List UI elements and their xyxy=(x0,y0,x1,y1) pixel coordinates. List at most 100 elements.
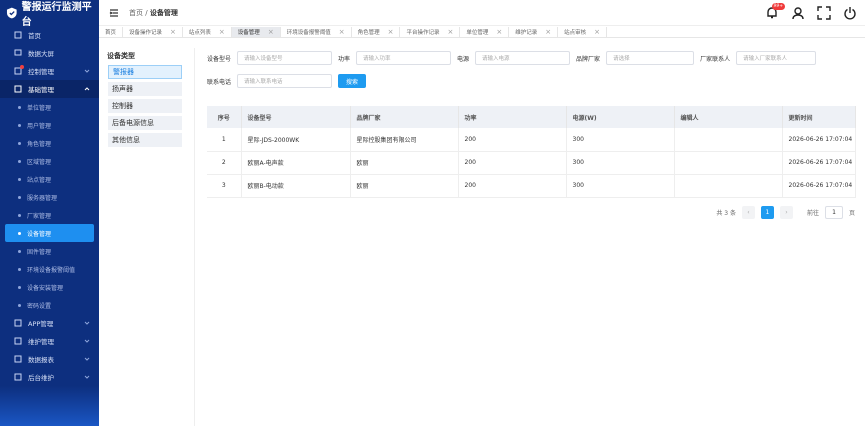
tab-site-list[interactable]: 站点列表 × xyxy=(183,26,232,37)
close-icon[interactable]: × xyxy=(388,28,394,36)
app-icon xyxy=(14,319,22,327)
chevron-up-icon xyxy=(84,87,90,91)
sidebar-item-maint[interactable]: 维护管理 xyxy=(0,332,99,350)
device-type-other[interactable]: 其他信息 xyxy=(108,133,182,147)
menu-fold-icon[interactable] xyxy=(109,8,119,18)
sidebar-item-label: 控制管理 xyxy=(28,68,54,76)
sidebar-sub-user[interactable]: 用户管理 xyxy=(0,116,99,134)
current-label: 电源 xyxy=(457,55,470,63)
close-icon[interactable]: × xyxy=(594,28,600,36)
table-row[interactable]: 3 欧丽B-电动款 欧丽 200 300 2026-06-26 17:07:04 xyxy=(207,174,856,198)
sidebar-item-label: 基础管理 xyxy=(28,86,54,94)
grid-icon xyxy=(14,85,22,93)
device-type-panel: 设备类型 警报器 扬声器 控制器 后备电源信息 其他信息 xyxy=(103,48,195,426)
fullscreen-icon[interactable] xyxy=(817,6,831,20)
sidebar: 警报运行监测平台 首页 数据大屏 控制管理 基础管理 单位管理 用户管理 角色管… xyxy=(0,0,99,426)
chevron-down-icon xyxy=(84,357,90,361)
tab-home[interactable]: 首页 xyxy=(99,26,124,37)
tab-threshold[interactable]: 环境设备报警阈值 × xyxy=(281,26,352,37)
sidebar-sub-device[interactable]: 设备管理 xyxy=(5,224,94,242)
tab-device-manage[interactable]: 设备管理 × xyxy=(231,26,281,37)
tab-role[interactable]: 角色管理 × xyxy=(352,26,401,37)
brand-title: 警报运行监测平台 xyxy=(21,2,92,28)
pagination: 共 3 条 ‹ 1 › 前往 1 页 xyxy=(716,206,855,219)
close-icon[interactable]: × xyxy=(545,28,551,36)
pager-goto-input[interactable]: 1 xyxy=(824,206,843,219)
power-label: 功率 xyxy=(338,55,351,63)
device-type-backup-power[interactable]: 后备电源信息 xyxy=(108,116,182,130)
sidebar-item-home[interactable]: 首页 xyxy=(0,26,99,44)
device-type-speaker[interactable]: 扬声器 xyxy=(108,82,182,96)
device-type-alarm[interactable]: 警报器 xyxy=(108,65,182,79)
header: 首页 / 设备管理 99+ xyxy=(99,0,865,26)
report-icon xyxy=(14,355,22,363)
phone-label: 联系电话 xyxy=(207,78,232,86)
sidebar-sub-firmware[interactable]: 固件管理 xyxy=(0,242,99,260)
table-row[interactable]: 1 星际-JDS-2000WK 星际控股集团有限公司 200 300 2026-06-26… xyxy=(207,128,856,152)
phone-input[interactable]: 请输入联系电话 xyxy=(237,74,333,88)
tab-unit[interactable]: 单位管理 × xyxy=(460,26,510,37)
brand-select[interactable]: 请选择 xyxy=(606,51,695,65)
col-index: 序号 xyxy=(207,106,242,128)
wrench-icon xyxy=(14,337,22,345)
breadcrumb: 首页 / 设备管理 xyxy=(129,8,178,17)
col-power: 功率 xyxy=(458,106,567,128)
pager-prev-button[interactable]: ‹ xyxy=(741,206,755,219)
sidebar-item-dashboard[interactable]: 数据大屏 xyxy=(0,44,99,62)
sidebar-sub-site[interactable]: 站点管理 xyxy=(0,170,99,188)
tab-device-log[interactable]: 设备操作记录 × xyxy=(123,26,183,37)
model-label: 设备型号 xyxy=(207,55,232,63)
sidebar-sub-unit[interactable]: 单位管理 xyxy=(0,98,99,116)
tab-bar: 首页 设备操作记录 × 站点列表 × 设备管理 × 环境设备报警阈值 × 角色管理 × 平… xyxy=(99,26,865,38)
alert-dot xyxy=(20,65,24,69)
close-icon[interactable]: × xyxy=(496,28,502,36)
current-input[interactable]: 请输入电源 xyxy=(475,51,571,65)
sidebar-menu: 首页 数据大屏 控制管理 基础管理 单位管理 用户管理 角色管理 区域管理 站点… xyxy=(0,26,99,386)
device-type-controller[interactable]: 控制器 xyxy=(108,99,182,113)
pager-next-button[interactable]: › xyxy=(779,206,793,219)
pager-goto-label: 前往 xyxy=(806,210,819,217)
table-row[interactable]: 2 欧丽A-电声款 欧丽 200 300 2026-06-26 17:07:04 xyxy=(207,151,856,175)
bell-icon[interactable]: 99+ xyxy=(765,3,785,20)
sidebar-item-report[interactable]: 数据报表 xyxy=(0,350,99,368)
close-icon[interactable]: × xyxy=(447,28,453,36)
breadcrumb-home[interactable]: 首页 xyxy=(129,9,143,17)
server-icon xyxy=(14,373,22,381)
sidebar-sub-install[interactable]: 设备安装管理 xyxy=(0,278,99,296)
sidebar-sub-server[interactable]: 服务器管理 xyxy=(0,188,99,206)
sidebar-sub-area[interactable]: 区域管理 xyxy=(0,152,99,170)
search-button[interactable]: 搜索 xyxy=(338,74,367,88)
power-icon[interactable] xyxy=(843,6,857,20)
tab-platform-log[interactable]: 平台操作记录 × xyxy=(400,26,461,37)
contact-input[interactable]: 请输入厂家联系人 xyxy=(736,51,817,65)
sidebar-sub-vendor[interactable]: 厂家管理 xyxy=(0,206,99,224)
chevron-down-icon xyxy=(84,69,90,73)
model-input[interactable]: 请输入设备型号 xyxy=(237,51,333,65)
close-icon[interactable]: × xyxy=(339,28,345,36)
power-input[interactable]: 请输入功率 xyxy=(356,51,452,65)
user-icon[interactable] xyxy=(791,6,805,20)
sidebar-decoration xyxy=(0,386,99,426)
device-table: 序号 设备型号 品牌厂家 功率 电源(W) 编辑人 更新时间 1 星际-JDS-2… xyxy=(207,106,856,198)
sidebar-sub-password[interactable]: 密码设置 xyxy=(0,296,99,314)
sidebar-item-app[interactable]: APP管理 xyxy=(0,314,99,332)
sidebar-item-control[interactable]: 控制管理 xyxy=(0,62,99,80)
sidebar-item-backend[interactable]: 后台维护 xyxy=(0,368,99,386)
tab-site-audit[interactable]: 站点审核 × xyxy=(558,26,608,37)
home-icon xyxy=(14,31,22,39)
device-type-title: 设备类型 xyxy=(107,52,135,60)
pager-current-page[interactable]: 1 xyxy=(760,206,774,219)
sidebar-item-label: 首页 xyxy=(28,32,41,40)
header-actions: 99+ xyxy=(765,3,857,20)
sidebar-item-basic[interactable]: 基础管理 xyxy=(0,80,99,98)
pager-unit: 页 xyxy=(848,210,855,217)
col-current: 电源(W) xyxy=(566,106,675,128)
col-updated: 更新时间 xyxy=(782,106,856,128)
contact-label: 厂家联系人 xyxy=(700,55,731,63)
close-icon[interactable]: × xyxy=(219,28,225,36)
close-icon[interactable]: × xyxy=(170,28,176,36)
sidebar-sub-threshold[interactable]: 环境设备报警阈值 xyxy=(0,260,99,278)
sidebar-sub-role[interactable]: 角色管理 xyxy=(0,134,99,152)
tab-maint-log[interactable]: 维护记录 × xyxy=(509,26,559,37)
close-icon[interactable]: × xyxy=(268,28,274,36)
